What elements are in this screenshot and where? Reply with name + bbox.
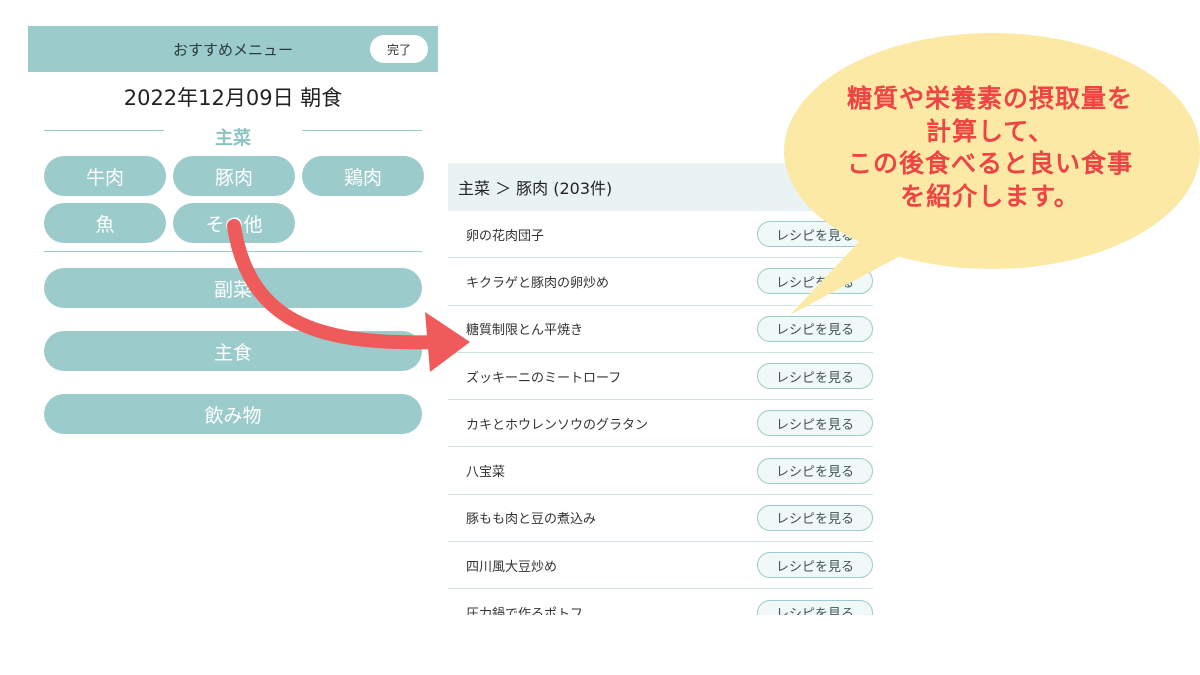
recommend-menu-panel: おすすめメニュー 完了 2022年12月09日 朝食 主菜 牛肉 豚肉 鶏肉 魚… <box>28 26 438 434</box>
recipe-name: 豚もも肉と豆の煮込み <box>466 512 597 528</box>
recipe-name: キクラゲと豚肉の卵炒め <box>466 275 610 291</box>
header-bar: おすすめメニュー 完了 <box>28 26 438 72</box>
callout-line: 糖質や栄養素の摂取量を <box>846 84 1133 113</box>
list-item: ズッキーニのミートローフ レシピを見る <box>448 353 873 401</box>
view-recipe-button[interactable]: レシピを見る <box>757 410 873 437</box>
chip-fish[interactable]: 魚 <box>44 203 166 243</box>
recipe-name: 圧力鍋で作るポトフ <box>466 607 584 615</box>
view-recipe-button[interactable]: レシピを見る <box>757 504 873 531</box>
chip-beef[interactable]: 牛肉 <box>44 156 166 196</box>
view-recipe-button[interactable]: レシピを見る <box>757 221 873 248</box>
category-staple-button[interactable]: 主食 <box>44 331 422 371</box>
date-meal-label: 2022年12月09日 朝食 <box>123 86 343 110</box>
recipe-name: 四川風大豆炒め <box>466 559 558 575</box>
list-item: 糖質制限とん平焼き レシピを見る <box>448 306 873 353</box>
view-recipe-button[interactable]: レシピを見る <box>757 552 873 579</box>
list-item: 豚もも肉と豆の煮込み レシピを見る <box>448 495 873 543</box>
section-label-main-dish: 主菜 <box>215 128 251 149</box>
list-item: 卵の花肉団子 レシピを見る <box>448 211 873 259</box>
done-button[interactable]: 完了 <box>370 35 428 63</box>
recipe-list-panel: 主菜 ＞ 豚肉 (203件) 卵の花肉団子 レシピを見る キクラゲと豚肉の卵炒め… <box>448 163 873 615</box>
view-recipe-button[interactable]: レシピを見る <box>757 599 873 615</box>
view-recipe-button[interactable]: レシピを見る <box>757 457 873 484</box>
section-heading: 主菜 <box>44 124 422 149</box>
chip-chicken[interactable]: 鶏肉 <box>302 156 424 196</box>
view-recipe-button[interactable]: レシピを見る <box>757 268 873 295</box>
list-item: キクラゲと豚肉の卵炒め レシピを見る <box>448 258 873 306</box>
recipe-name: ズッキーニのミートローフ <box>466 370 622 386</box>
recipe-name: 八宝菜 <box>466 465 506 481</box>
recipe-name: 糖質制限とん平焼き <box>466 323 584 339</box>
chip-other[interactable]: その他 <box>173 203 295 243</box>
list-item: 圧力鍋で作るポトフ レシピを見る <box>448 589 873 615</box>
header-title: おすすめメニュー <box>172 40 293 59</box>
callout-line: 計算して、 <box>925 116 1054 146</box>
chip-pork[interactable]: 豚肉 <box>173 156 295 196</box>
callout-text: 糖質や栄養素の摂取量を 計算して、 この後食べると良い食事 を紹介します。 <box>805 83 1175 213</box>
view-recipe-button[interactable]: レシピを見る <box>757 363 873 390</box>
meat-category-chips: 牛肉 豚肉 鶏肉 魚 その他 <box>44 156 424 243</box>
callout-line: この後食べると良い食事 <box>846 149 1133 178</box>
recipe-name: カキとホウレンソウのグラタン <box>466 417 649 433</box>
category-drinks-button[interactable]: 飲み物 <box>44 394 422 434</box>
list-item: 八宝菜 レシピを見る <box>448 447 873 495</box>
callout-line: を紹介します。 <box>900 181 1080 211</box>
list-item: カキとホウレンソウのグラタン レシピを見る <box>448 400 873 448</box>
list-item: 四川風大豆炒め レシピを見る <box>448 542 873 590</box>
recipe-name: 卵の花肉団子 <box>466 228 545 244</box>
category-side-dish-button[interactable]: 副菜 <box>44 268 422 308</box>
divider <box>44 251 422 252</box>
view-recipe-button[interactable]: レシピを見る <box>757 315 873 342</box>
